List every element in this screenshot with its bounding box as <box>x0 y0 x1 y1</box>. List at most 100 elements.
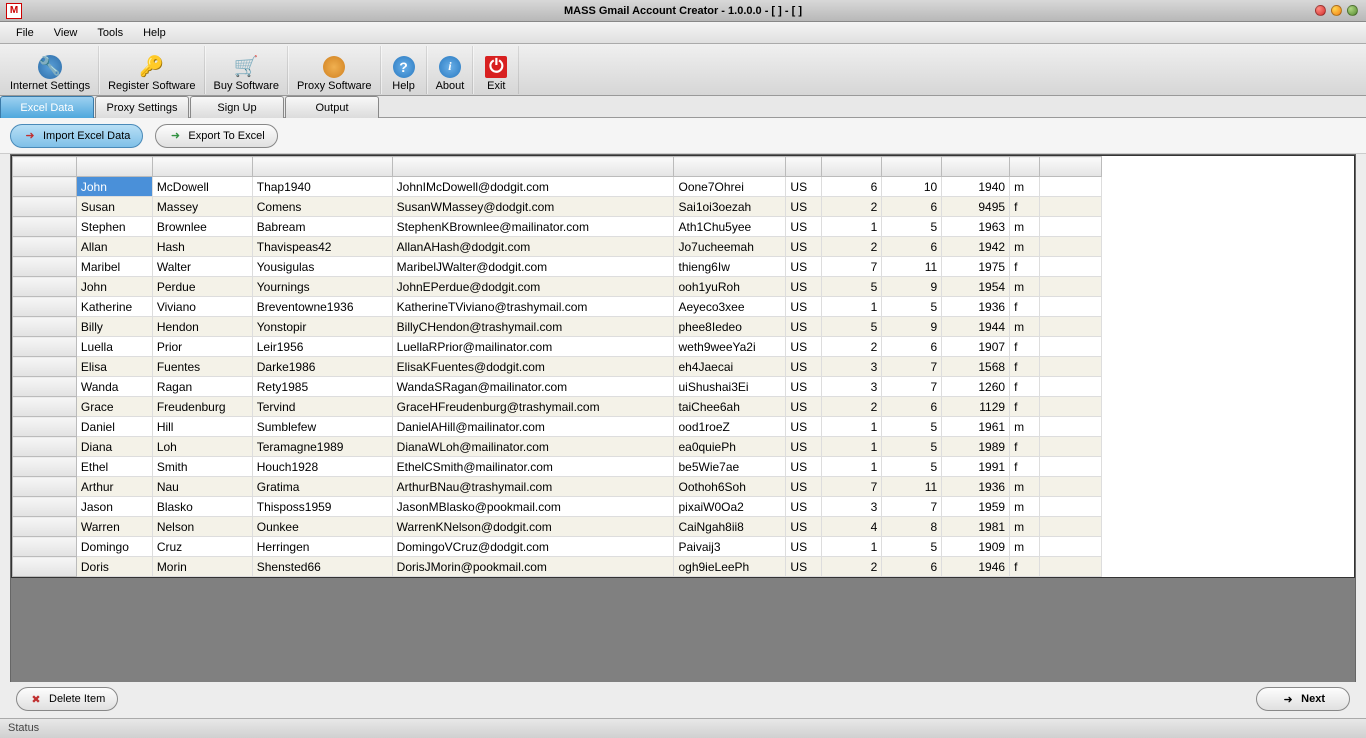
cell[interactable]: SusanWMassey@dodgit.com <box>392 197 674 217</box>
cell[interactable]: 7 <box>822 477 882 497</box>
cell[interactable]: 6 <box>882 237 942 257</box>
cell[interactable]: Grace <box>76 397 152 417</box>
row-header[interactable] <box>13 417 77 437</box>
buy-software-button[interactable]: 🛒 Buy Software <box>205 46 288 94</box>
cell[interactable]: Brownlee <box>152 217 252 237</box>
col-header[interactable] <box>674 157 786 177</box>
cell[interactable]: Herringen <box>252 537 392 557</box>
cell[interactable]: Darke1986 <box>252 357 392 377</box>
cell[interactable]: John <box>76 177 152 197</box>
cell[interactable] <box>1040 477 1102 497</box>
cell[interactable]: 7 <box>882 377 942 397</box>
table-row[interactable]: WarrenNelsonOunkeeWarrenKNelson@dodgit.c… <box>13 517 1102 537</box>
cell[interactable]: US <box>786 557 822 577</box>
cell[interactable]: 9 <box>882 317 942 337</box>
cell[interactable]: Perdue <box>152 277 252 297</box>
cell[interactable]: 5 <box>882 437 942 457</box>
row-header[interactable] <box>13 277 77 297</box>
cell[interactable]: 2 <box>822 197 882 217</box>
cell[interactable]: 5 <box>882 537 942 557</box>
cell[interactable]: US <box>786 317 822 337</box>
cell[interactable]: 2 <box>822 337 882 357</box>
row-header[interactable] <box>13 457 77 477</box>
cell[interactable] <box>1040 417 1102 437</box>
minimize-icon[interactable] <box>1331 5 1342 16</box>
col-header[interactable] <box>1040 157 1102 177</box>
cell[interactable]: Teramagne1989 <box>252 437 392 457</box>
cell[interactable]: ElisaKFuentes@dodgit.com <box>392 357 674 377</box>
cell[interactable]: Luella <box>76 337 152 357</box>
cell[interactable]: US <box>786 337 822 357</box>
cell[interactable]: Oone7Ohrei <box>674 177 786 197</box>
cell[interactable]: f <box>1010 437 1040 457</box>
cell[interactable]: 1 <box>822 297 882 317</box>
cell[interactable]: m <box>1010 477 1040 497</box>
table-row[interactable]: LuellaPriorLeir1956LuellaRPrior@mailinat… <box>13 337 1102 357</box>
cell[interactable]: Oothoh6Soh <box>674 477 786 497</box>
cell[interactable]: Babream <box>252 217 392 237</box>
cell[interactable]: 1 <box>822 217 882 237</box>
tab-output[interactable]: Output <box>285 96 379 118</box>
cell[interactable]: US <box>786 357 822 377</box>
row-header[interactable] <box>13 297 77 317</box>
cell[interactable]: Wanda <box>76 377 152 397</box>
cell[interactable]: Viviano <box>152 297 252 317</box>
col-header[interactable] <box>786 157 822 177</box>
cell[interactable]: f <box>1010 377 1040 397</box>
cell[interactable]: Stephen <box>76 217 152 237</box>
close-icon[interactable] <box>1315 5 1326 16</box>
tab-sign-up[interactable]: Sign Up <box>190 96 284 118</box>
row-header[interactable] <box>13 537 77 557</box>
cell[interactable]: m <box>1010 497 1040 517</box>
table-row[interactable]: ArthurNauGratimaArthurBNau@trashymail.co… <box>13 477 1102 497</box>
cell[interactable]: DorisJMorin@pookmail.com <box>392 557 674 577</box>
cell[interactable]: US <box>786 257 822 277</box>
cell[interactable]: 4 <box>822 517 882 537</box>
cell[interactable]: Houch1928 <box>252 457 392 477</box>
col-header[interactable] <box>392 157 674 177</box>
cell[interactable]: JasonMBlasko@pookmail.com <box>392 497 674 517</box>
cell[interactable] <box>1040 277 1102 297</box>
row-header[interactable] <box>13 177 77 197</box>
col-header[interactable] <box>822 157 882 177</box>
cell[interactable]: 6 <box>822 177 882 197</box>
cell[interactable]: KatherineTViviano@trashymail.com <box>392 297 674 317</box>
cell[interactable]: US <box>786 397 822 417</box>
cell[interactable]: 11 <box>882 477 942 497</box>
cell[interactable]: f <box>1010 337 1040 357</box>
cell[interactable]: f <box>1010 557 1040 577</box>
cell[interactable]: 1989 <box>942 437 1010 457</box>
proxy-software-button[interactable]: Proxy Software <box>288 46 381 94</box>
table-row[interactable]: GraceFreudenburgTervindGraceHFreudenburg… <box>13 397 1102 417</box>
cell[interactable] <box>1040 177 1102 197</box>
cell[interactable]: 11 <box>882 257 942 277</box>
cell[interactable]: Ragan <box>152 377 252 397</box>
cell[interactable]: Hash <box>152 237 252 257</box>
cell[interactable]: 6 <box>882 197 942 217</box>
cell[interactable]: ood1roeZ <box>674 417 786 437</box>
cell[interactable]: Prior <box>152 337 252 357</box>
row-header[interactable] <box>13 257 77 277</box>
cell[interactable]: Gratima <box>252 477 392 497</box>
cell[interactable]: 1 <box>822 537 882 557</box>
cell[interactable] <box>1040 237 1102 257</box>
cell[interactable]: Warren <box>76 517 152 537</box>
cell[interactable]: MaribelJWalter@dodgit.com <box>392 257 674 277</box>
cell[interactable]: uiShushai3Ei <box>674 377 786 397</box>
cell[interactable]: 5 <box>882 217 942 237</box>
cell[interactable]: Yonstopir <box>252 317 392 337</box>
table-row[interactable]: JasonBlaskoThisposs1959JasonMBlasko@pook… <box>13 497 1102 517</box>
cell[interactable]: McDowell <box>152 177 252 197</box>
cell[interactable]: 10 <box>882 177 942 197</box>
cell[interactable]: 3 <box>822 377 882 397</box>
cell[interactable]: 1940 <box>942 177 1010 197</box>
cell[interactable]: Walter <box>152 257 252 277</box>
cell[interactable]: m <box>1010 217 1040 237</box>
cell[interactable]: US <box>786 297 822 317</box>
cell[interactable]: Sai1oi3oezah <box>674 197 786 217</box>
cell[interactable]: f <box>1010 257 1040 277</box>
cell[interactable]: pixaiW0Oa2 <box>674 497 786 517</box>
row-header[interactable] <box>13 377 77 397</box>
cell[interactable]: 1 <box>822 457 882 477</box>
cell[interactable]: be5Wie7ae <box>674 457 786 477</box>
